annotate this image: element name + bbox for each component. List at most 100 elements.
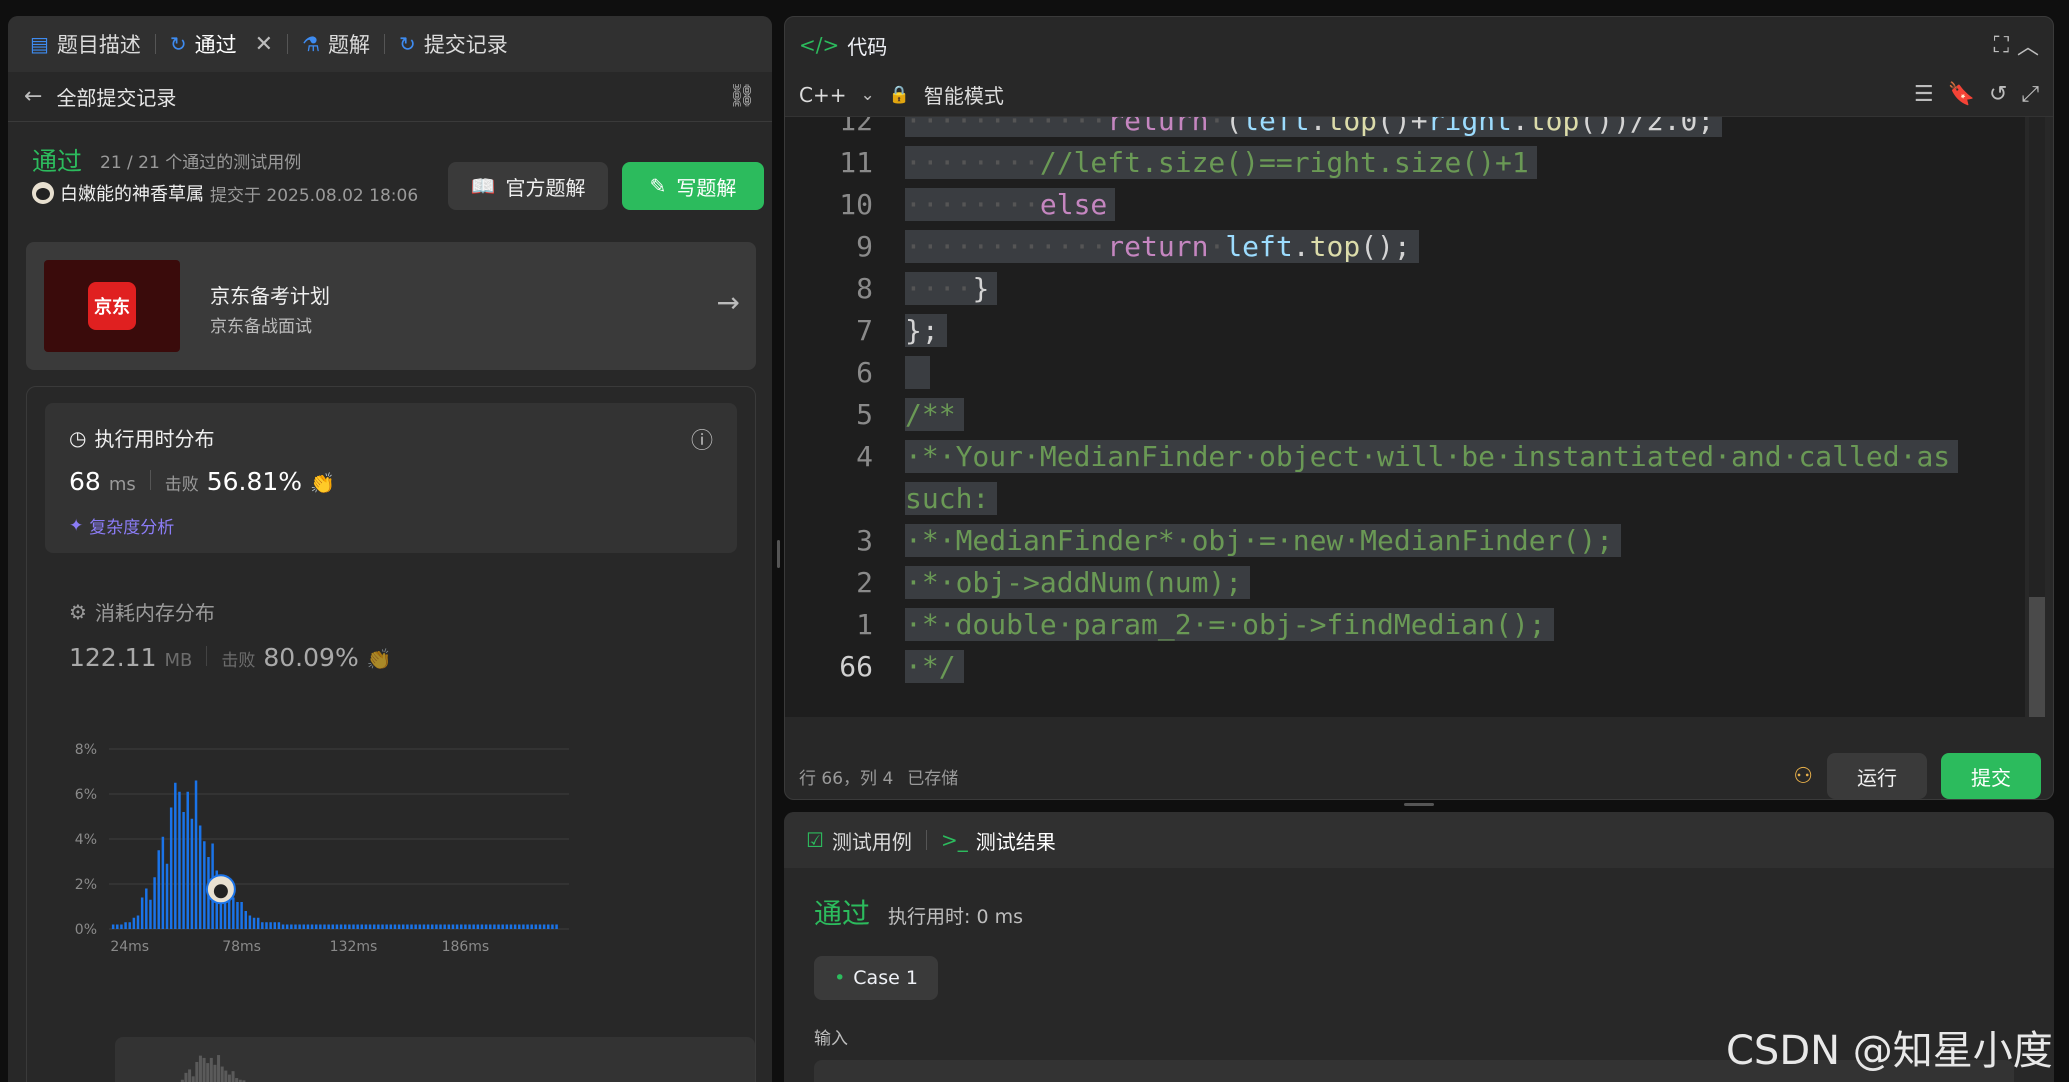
chart-bar[interactable] <box>190 818 194 929</box>
chart-bar[interactable] <box>327 924 330 930</box>
chart-bar[interactable] <box>497 924 500 930</box>
promo-card[interactable]: 京东 京东备考计划 京东备战面试 → <box>26 242 756 370</box>
tab-description[interactable]: ▤ 题目描述 <box>22 16 149 72</box>
memory-title[interactable]: ⚙ 消耗内存分布 <box>69 597 215 626</box>
chart-bar[interactable] <box>128 922 131 929</box>
code-line[interactable]: 12 ············return·(left.top()+right.t… <box>785 117 2025 141</box>
chart-bar[interactable] <box>401 924 405 930</box>
all-submissions-link[interactable]: 全部提交记录 <box>56 82 176 111</box>
chart-bar[interactable] <box>489 924 492 930</box>
chart-bar[interactable] <box>513 924 517 930</box>
chart-bar[interactable] <box>505 924 509 930</box>
chart-bar[interactable] <box>542 924 546 930</box>
chart-bar[interactable] <box>310 924 314 930</box>
chart-bar[interactable] <box>248 915 252 930</box>
runtime-distribution-chart[interactable]: 0% 2% 4% 6% 8% 24ms 78ms 132ms 186ms <box>47 723 747 1023</box>
complexity-analysis-link[interactable]: ✦ 复杂度分析 <box>69 513 174 539</box>
chart-bar[interactable] <box>281 924 285 930</box>
code-line[interactable]: 2 ·*·obj->addNum(num); <box>785 561 2025 603</box>
chart-bar[interactable] <box>261 922 264 929</box>
chart-bar[interactable] <box>203 841 206 929</box>
chart-bar[interactable] <box>232 897 235 930</box>
tab-passed[interactable]: ↻ 通过 ✕ <box>162 16 281 72</box>
close-icon[interactable]: ✕ <box>255 32 273 57</box>
case-tab-1[interactable]: • Case 1 <box>814 956 938 1000</box>
chart-bar[interactable] <box>451 924 455 930</box>
chart-bar[interactable] <box>377 924 380 930</box>
chart-bar[interactable] <box>169 807 173 930</box>
chart-bar[interactable] <box>389 924 393 930</box>
chart-bar[interactable] <box>476 924 480 930</box>
chart-bar[interactable] <box>426 924 430 930</box>
chart-bar[interactable] <box>145 888 148 930</box>
chart-bar[interactable] <box>460 924 463 930</box>
chart-bar[interactable] <box>518 924 521 930</box>
info-icon[interactable]: ⓘ <box>691 423 713 455</box>
arrow-right-icon[interactable]: → <box>717 286 740 319</box>
code-line[interactable]: 11 ········//left.size()==right.size()+1 <box>785 141 2025 183</box>
chart-bar[interactable] <box>186 791 189 929</box>
chart-bar[interactable] <box>269 922 272 929</box>
runtime-card[interactable]: ◷ 执行用时分布 ⓘ 68 ms 击败 56.81% 👏 ✦ 复杂度分析 <box>45 403 737 553</box>
chart-bar[interactable] <box>381 924 384 930</box>
tab-test-result[interactable]: >_ 测试结果 <box>933 812 1064 868</box>
chart-bar[interactable] <box>551 924 554 930</box>
chart-bar[interactable] <box>335 924 339 930</box>
chart-bar[interactable] <box>298 924 301 930</box>
scrollbar-thumb[interactable] <box>2029 597 2045 717</box>
chart-bar[interactable] <box>472 924 475 930</box>
chart-bar[interactable] <box>443 924 446 930</box>
chart-bar[interactable] <box>174 782 177 929</box>
chart-bar[interactable] <box>256 917 260 929</box>
chart-bar[interactable] <box>157 850 160 929</box>
user-name[interactable]: 白嫩能的神香草属 <box>60 180 204 206</box>
chart-bar[interactable] <box>410 924 413 930</box>
chart-bar[interactable] <box>439 924 442 930</box>
chart-bar[interactable] <box>302 924 306 930</box>
chart-bar[interactable] <box>422 924 426 930</box>
chart-bar[interactable] <box>120 924 123 930</box>
chart-bar[interactable] <box>352 924 355 930</box>
chart-bar[interactable] <box>468 924 471 930</box>
expand-icon[interactable]: ⤢ <box>2021 82 2039 107</box>
chart-bar[interactable] <box>509 924 513 930</box>
chart-bar[interactable] <box>397 924 401 930</box>
language-select[interactable]: C++ <box>799 83 846 107</box>
chart-bar[interactable] <box>111 924 115 930</box>
chart-bar[interactable] <box>368 924 372 930</box>
chart-bar[interactable] <box>343 924 347 930</box>
chart-bar[interactable] <box>136 915 140 930</box>
chart-bar[interactable] <box>314 924 318 930</box>
ai-assistant-icon[interactable]: ⚇ <box>1793 764 1813 789</box>
chart-bar[interactable] <box>290 924 293 930</box>
smart-mode-label[interactable]: 智能模式 <box>924 80 1004 109</box>
code-line[interactable]: 4 ·*·Your·MedianFinder·object·will·be·ins… <box>785 435 2025 477</box>
chart-bar[interactable] <box>252 917 256 929</box>
chart-bar[interactable] <box>555 924 558 930</box>
chart-bar[interactable] <box>149 899 152 929</box>
code-line[interactable]: 10 ········else <box>785 183 2025 225</box>
chart-bar[interactable] <box>534 924 538 930</box>
chart-bar[interactable] <box>236 902 239 929</box>
chart-bar[interactable] <box>418 924 422 930</box>
chart-bar[interactable] <box>360 924 364 930</box>
chart-bar[interactable] <box>294 924 297 930</box>
chart-bar[interactable] <box>331 924 335 930</box>
chart-bar[interactable] <box>323 924 326 930</box>
run-button[interactable]: 运行 <box>1827 753 1927 799</box>
chart-bar[interactable] <box>493 924 496 930</box>
chart-bar[interactable] <box>435 924 438 930</box>
chart-bar[interactable] <box>265 922 268 929</box>
reset-icon[interactable]: ↺ <box>1989 82 2007 107</box>
chart-bar[interactable] <box>240 902 243 929</box>
chart-bar[interactable] <box>547 924 550 930</box>
chart-bar[interactable] <box>244 911 247 929</box>
code-editor[interactable]: 12 ············return·(left.top()+right.t… <box>785 117 2025 717</box>
bookmark-icon[interactable]: 🔖 <box>1948 82 1975 107</box>
chart-bar[interactable] <box>182 812 185 929</box>
tab-submissions[interactable]: ↻ 提交记录 <box>391 16 516 72</box>
code-line[interactable]: 5 /** <box>785 393 2025 435</box>
chart-bar[interactable] <box>285 924 289 930</box>
format-icon[interactable]: ☰ <box>1914 82 1934 107</box>
chart-bar[interactable] <box>277 922 281 929</box>
